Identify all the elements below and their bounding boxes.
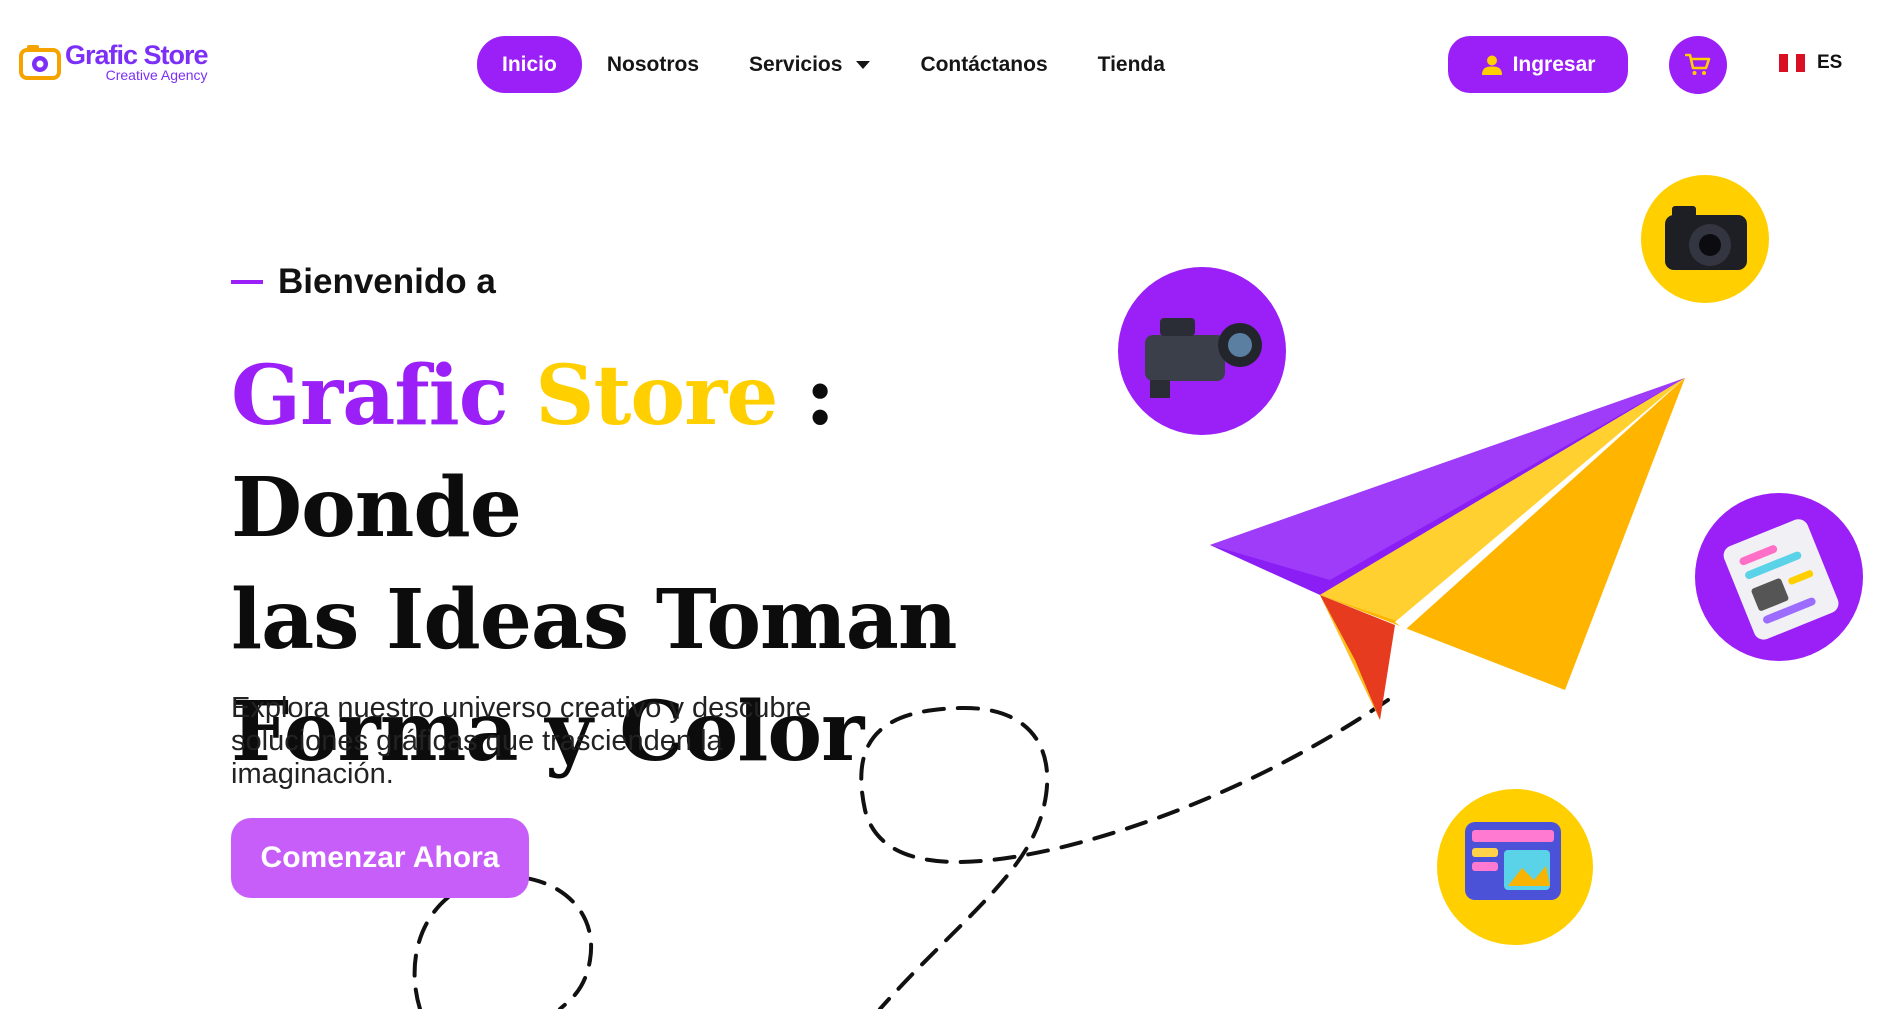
start-now-button[interactable]: Comenzar Ahora (231, 818, 529, 898)
login-label: Ingresar (1512, 52, 1596, 76)
peru-flag-icon (1779, 54, 1806, 72)
nav-label: Servicios (749, 52, 843, 76)
user-icon (1481, 55, 1502, 75)
login-button[interactable]: Ingresar (1448, 36, 1628, 93)
nav-item-tienda[interactable]: Tienda (1073, 36, 1190, 93)
video-camera-icon (1118, 267, 1286, 435)
photo-camera-icon (1641, 175, 1769, 303)
camera-logo-icon (19, 42, 63, 82)
nav-label: Tienda (1097, 52, 1165, 76)
logo-subtitle: Creative Agency (105, 67, 208, 83)
title-line-2: las Ideas Toman (231, 572, 958, 668)
language-selector[interactable]: ES (1779, 52, 1842, 74)
cart-icon (1685, 53, 1711, 75)
main-nav: Inicio Nosotros Servicios Contáctanos Ti… (477, 36, 1190, 93)
nav-label: Contáctanos (920, 52, 1048, 76)
nav-item-servicios[interactable]: Servicios (724, 36, 895, 93)
language-label: ES (1817, 52, 1843, 73)
nav-label: Nosotros (606, 52, 700, 76)
document-icon (1695, 493, 1863, 661)
nav-item-inicio[interactable]: Inicio (477, 36, 582, 93)
logo-title: Grafic Store (65, 40, 209, 70)
nav-item-contactanos[interactable]: Contáctanos (895, 36, 1072, 93)
logo[interactable]: Grafic Store Creative Agency (19, 40, 209, 83)
chevron-down-icon (856, 60, 871, 69)
title-brand-2: Store (535, 348, 778, 444)
paper-plane-icon (1210, 378, 1685, 720)
hero-kicker: Bienvenido a (231, 262, 496, 302)
title-brand-1: Grafic (231, 348, 509, 444)
nav-label: Inicio (502, 52, 557, 76)
web-design-icon (1437, 789, 1593, 945)
kicker-dash (231, 280, 263, 284)
kicker-text: Bienvenido a (278, 262, 496, 301)
start-now-label: Comenzar Ahora (260, 841, 500, 874)
hero-description: Explora nuestro universo creativo y desc… (231, 692, 812, 790)
nav-item-nosotros[interactable]: Nosotros (582, 36, 724, 93)
cart-button[interactable] (1669, 36, 1727, 94)
